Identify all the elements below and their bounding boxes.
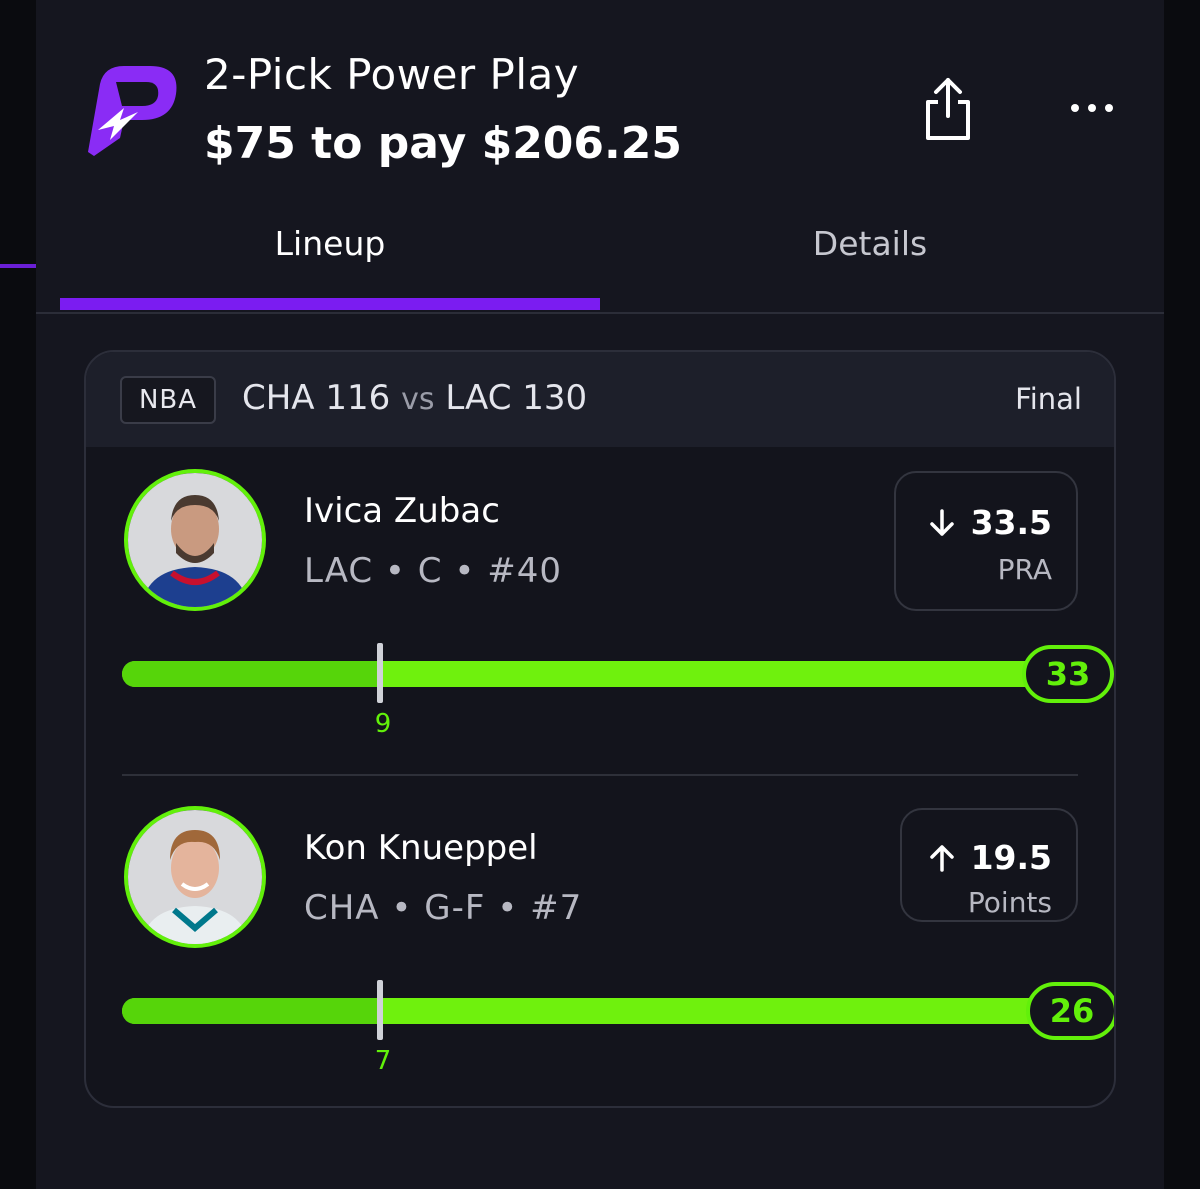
player-name: Ivica Zubac bbox=[304, 491, 500, 531]
share-icon bbox=[926, 78, 970, 140]
progress-start-fill bbox=[122, 998, 380, 1024]
line-value: 19.5 bbox=[970, 838, 1052, 877]
avatar bbox=[124, 469, 266, 611]
progress-start-marker bbox=[377, 980, 383, 1040]
matchup: CHA 116 vs LAC 130 bbox=[242, 378, 587, 418]
team2: LAC bbox=[445, 378, 512, 418]
player-name: Kon Knueppel bbox=[304, 828, 538, 868]
left-edge bbox=[0, 0, 36, 1189]
background-tab-accent bbox=[0, 264, 36, 268]
arrow-up-icon bbox=[929, 844, 954, 872]
more-icon-dot bbox=[1088, 104, 1096, 112]
line-value: 33.5 bbox=[970, 503, 1052, 542]
game-status: Final bbox=[1015, 382, 1082, 416]
more-icon-dot bbox=[1105, 104, 1113, 112]
progress-start-label: 7 bbox=[374, 1046, 392, 1076]
tab-details[interactable]: Details bbox=[600, 224, 1140, 314]
progress-bar: 7 26 bbox=[122, 980, 1114, 1076]
right-edge bbox=[1164, 0, 1200, 1189]
final-stat-pill: 33 bbox=[1022, 645, 1114, 703]
player-row[interactable]: Kon Knueppel CHA • G-F • #7 19.5 Points … bbox=[86, 784, 1114, 1104]
player-row[interactable]: Ivica Zubac LAC • C • #40 33.5 PRA 9 33 bbox=[86, 447, 1114, 767]
stat-type: PRA bbox=[997, 553, 1052, 586]
vs-label: vs bbox=[401, 382, 435, 417]
progress-bar: 9 33 bbox=[122, 643, 1114, 739]
arrow-down-icon bbox=[929, 508, 954, 536]
progress-start-label: 9 bbox=[374, 709, 392, 739]
projection-box: 33.5 PRA bbox=[894, 471, 1078, 611]
projection-box: 19.5 Points bbox=[900, 808, 1078, 922]
divider bbox=[122, 774, 1078, 776]
payout-summary: $75 to pay $206.25 bbox=[204, 118, 682, 169]
team2-score: 130 bbox=[522, 378, 588, 418]
more-icon bbox=[1071, 104, 1079, 112]
active-tab-indicator bbox=[60, 298, 600, 310]
lineup-panel: 2-Pick Power Play $75 to pay $206.25 Lin… bbox=[36, 0, 1164, 1189]
player-meta: CHA • G-F • #7 bbox=[304, 888, 583, 928]
league-badge: NBA bbox=[120, 376, 216, 424]
final-stat-pill: 26 bbox=[1026, 982, 1114, 1040]
team1-score: 116 bbox=[325, 378, 391, 418]
stat-type: Points bbox=[967, 886, 1052, 919]
page-title: 2-Pick Power Play bbox=[204, 50, 580, 99]
progress-start-fill bbox=[122, 661, 380, 687]
header: 2-Pick Power Play $75 to pay $206.25 bbox=[36, 0, 1164, 200]
tab-bar: Lineup Details bbox=[36, 200, 1164, 314]
player-meta: LAC • C • #40 bbox=[304, 551, 562, 591]
projection-value: 19.5 bbox=[927, 838, 1052, 877]
share-button[interactable] bbox=[922, 76, 974, 142]
avatar bbox=[124, 806, 266, 948]
progress-start-marker bbox=[377, 643, 383, 703]
projection-value: 33.5 bbox=[927, 503, 1052, 542]
team1: CHA bbox=[242, 378, 315, 418]
prizepicks-logo bbox=[80, 60, 184, 160]
game-card[interactable]: NBA CHA 116 vs LAC 130 Final Ivica Zubac… bbox=[84, 350, 1116, 1108]
game-header: NBA CHA 116 vs LAC 130 Final bbox=[86, 352, 1114, 447]
more-button[interactable] bbox=[1064, 88, 1120, 128]
